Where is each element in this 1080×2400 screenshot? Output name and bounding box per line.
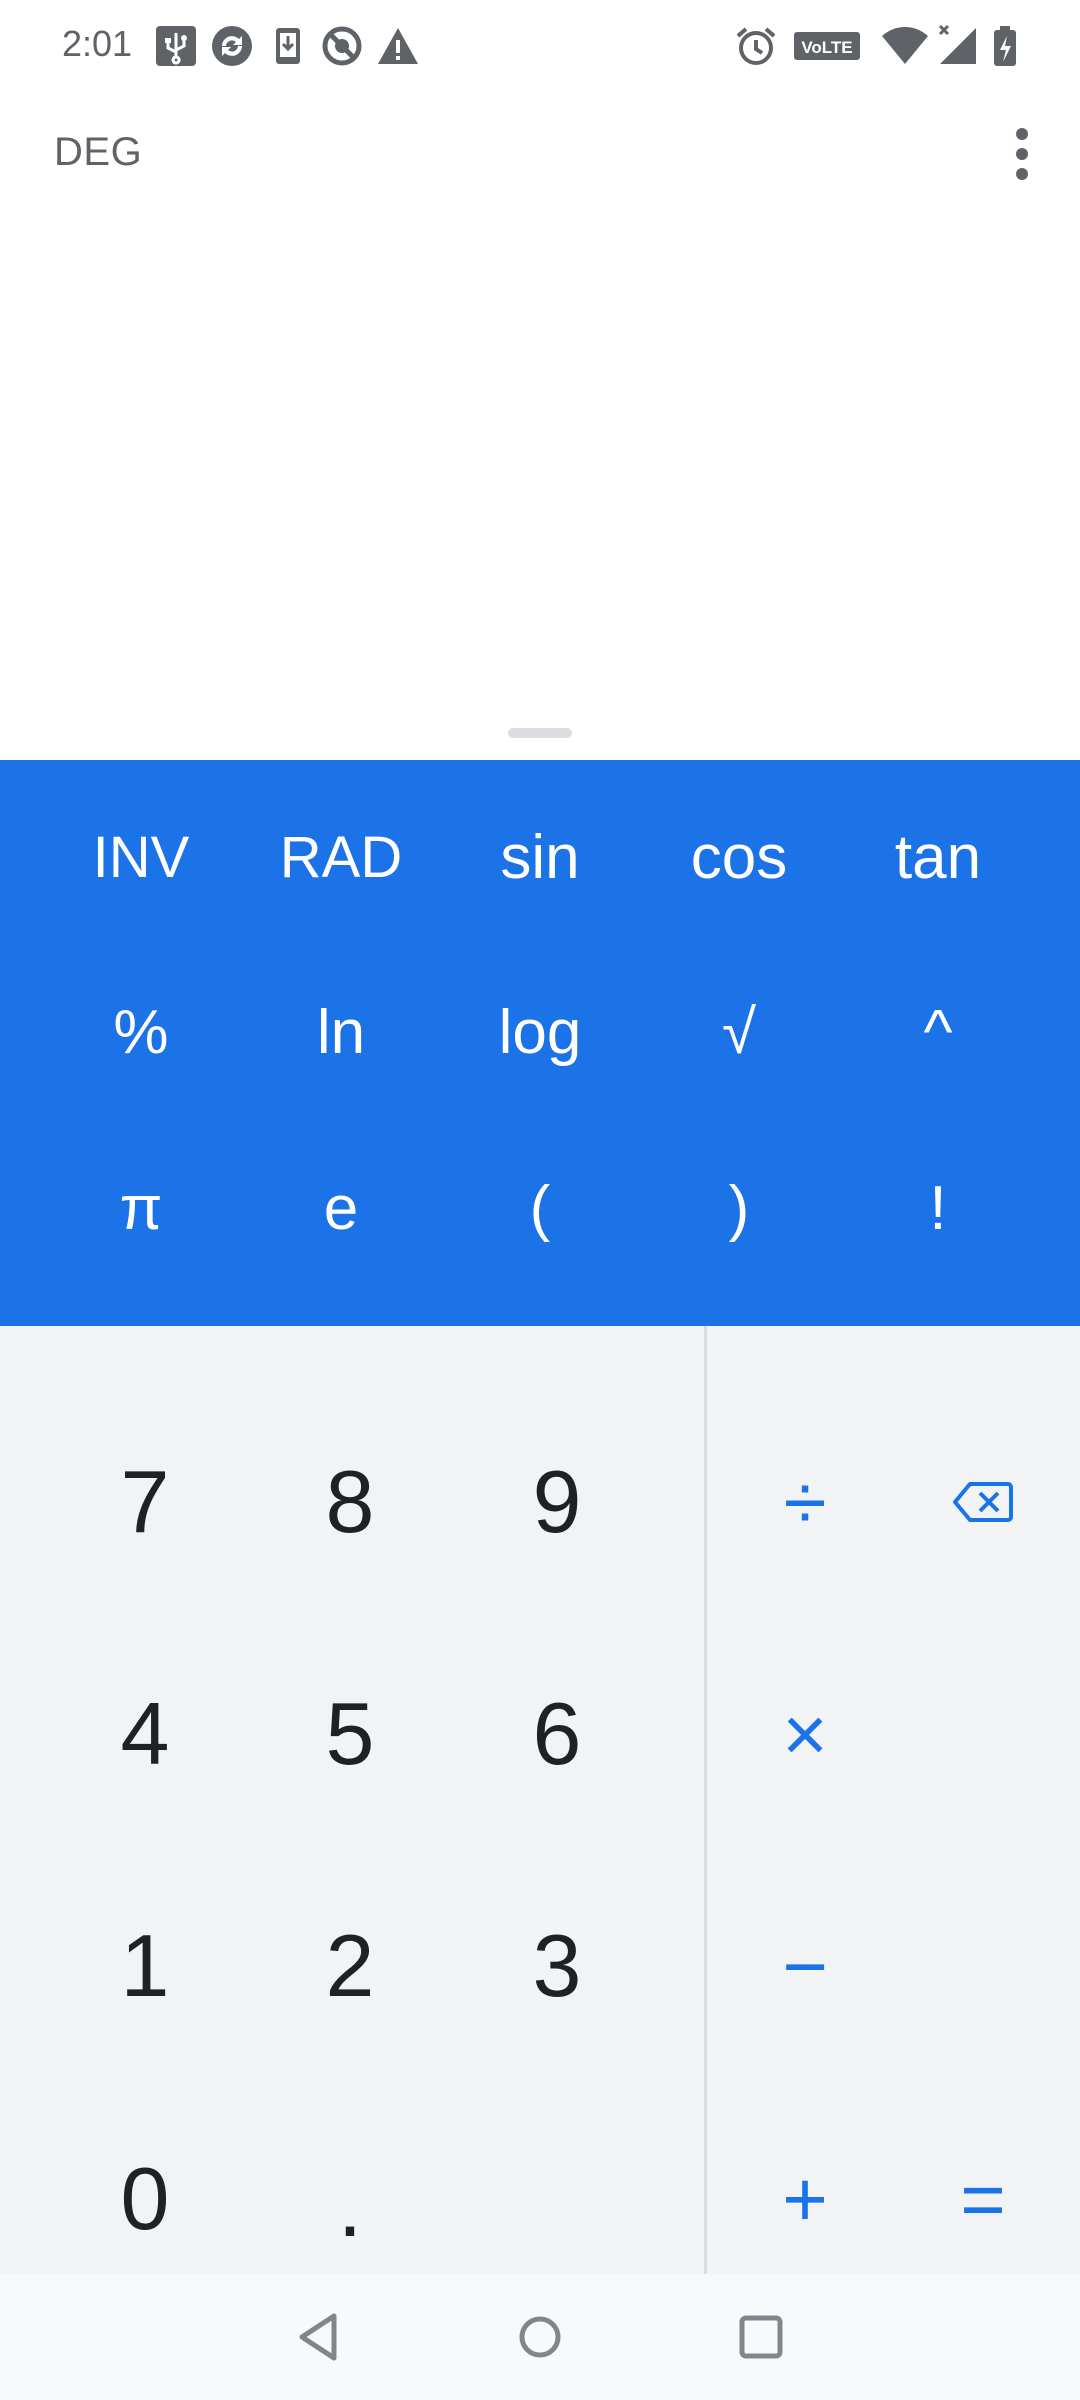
usb-icon [154, 24, 198, 68]
digit-4-key[interactable]: 4 [55, 1644, 235, 1824]
signal-icon [936, 24, 980, 68]
volte-icon: VoLTE [794, 24, 860, 68]
equals-key[interactable]: = [903, 2109, 1063, 2289]
digit-1-key[interactable]: 1 [55, 1876, 235, 2056]
panel-drag-handle[interactable] [508, 728, 572, 738]
open-paren-key[interactable]: ( [460, 1148, 620, 1268]
do-not-disturb-icon [320, 24, 364, 68]
more-vert-icon [1016, 128, 1028, 180]
back-button[interactable] [286, 2304, 352, 2370]
calculator-display [0, 200, 1080, 700]
digit-9-key[interactable]: 9 [467, 1412, 647, 1592]
divide-key[interactable]: ÷ [725, 1412, 885, 1592]
digit-7-key[interactable]: 7 [55, 1412, 235, 1592]
home-icon [519, 2316, 561, 2358]
e-key[interactable]: e [261, 1148, 421, 1268]
digit-5-key[interactable]: 5 [260, 1644, 440, 1824]
digit-8-key[interactable]: 8 [260, 1412, 440, 1592]
alarm-icon [734, 24, 778, 68]
multiply-key[interactable]: × [725, 1644, 885, 1824]
rad-key[interactable]: RAD [261, 797, 421, 917]
recents-icon [739, 2315, 783, 2359]
log-key[interactable]: log [460, 972, 620, 1092]
plus-key[interactable]: + [725, 2109, 885, 2289]
digit-2-key[interactable]: 2 [260, 1876, 440, 2056]
battery-charging-icon [990, 24, 1020, 68]
cos-key[interactable]: cos [659, 797, 819, 917]
more-options-button[interactable] [998, 118, 1046, 190]
warning-icon [376, 24, 420, 68]
status-bar: 2:01 VoLTE [0, 0, 1080, 92]
pi-key[interactable]: π [61, 1148, 221, 1268]
sync-icon [210, 24, 254, 68]
ln-key[interactable]: ln [261, 972, 421, 1092]
calculator-app: 2:01 VoLTE DEG INV RAD sin cos tan % ln … [0, 0, 1080, 2400]
minus-key[interactable]: − [725, 1876, 885, 2056]
pad-divider [704, 1326, 707, 2274]
home-button[interactable] [507, 2304, 573, 2370]
sqrt-key[interactable]: √ [659, 972, 819, 1092]
wifi-icon [880, 24, 930, 68]
power-key[interactable]: ^ [858, 972, 1018, 1092]
decimal-point-key[interactable]: . [260, 2116, 440, 2296]
digit-0-key[interactable]: 0 [55, 2109, 235, 2289]
back-icon [299, 2313, 337, 2361]
inv-key[interactable]: INV [61, 797, 221, 917]
download-icon [266, 24, 310, 68]
number-pad: 7 8 9 4 5 6 1 2 3 0 . ÷ × − + = [0, 1326, 1080, 2274]
scientific-panel: INV RAD sin cos tan % ln log √ ^ π e ( )… [0, 760, 1080, 1326]
svg-text:VoLTE: VoLTE [801, 38, 852, 57]
close-paren-key[interactable]: ) [659, 1148, 819, 1268]
navigation-bar [0, 2274, 1080, 2400]
tan-key[interactable]: tan [858, 797, 1018, 917]
percent-key[interactable]: % [61, 972, 221, 1092]
sin-key[interactable]: sin [460, 797, 620, 917]
angle-mode-indicator: DEG [54, 130, 143, 174]
digit-3-key[interactable]: 3 [467, 1876, 647, 2056]
digit-6-key[interactable]: 6 [467, 1644, 647, 1824]
factorial-key[interactable]: ! [858, 1148, 1018, 1268]
backspace-icon [953, 1482, 1013, 1522]
backspace-key[interactable] [903, 1412, 1063, 1592]
status-time: 2:01 [62, 23, 133, 64]
recents-button[interactable] [728, 2304, 794, 2370]
